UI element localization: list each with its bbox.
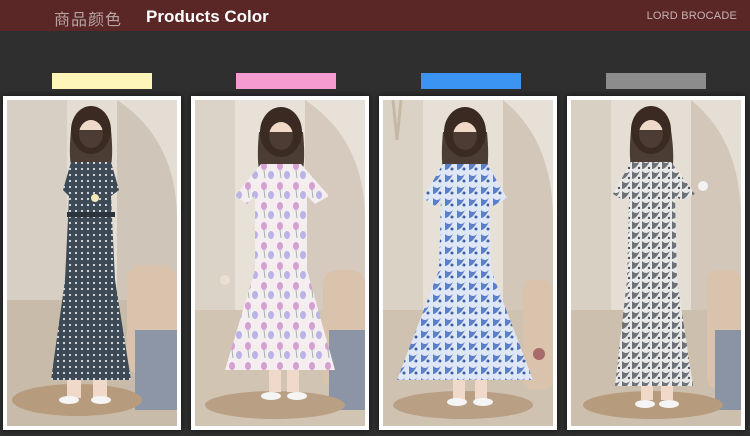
color-swatch-yellow[interactable] <box>52 73 152 89</box>
product-photo-pink-dress[interactable] <box>191 96 369 430</box>
color-swatch-pink[interactable] <box>236 73 336 89</box>
product-photo-navy-dress[interactable] <box>3 96 181 430</box>
pink-dress-image <box>195 100 365 426</box>
brand-label: LORD BROCADE <box>646 10 737 22</box>
title-chinese: 商品颜色 <box>54 10 123 29</box>
color-swatch-blue[interactable] <box>421 73 521 89</box>
header-bar: 商品颜色 Products Color LORD BROCADE <box>0 0 750 31</box>
grey-dress-image <box>571 100 741 426</box>
product-photo-grey-dress[interactable] <box>567 96 745 430</box>
color-swatch-grey[interactable] <box>606 73 706 89</box>
navy-dress-image <box>7 100 177 426</box>
blue-dress-image <box>383 100 553 426</box>
title-english: Products Color <box>146 7 269 26</box>
product-photo-blue-dress[interactable] <box>379 96 557 430</box>
